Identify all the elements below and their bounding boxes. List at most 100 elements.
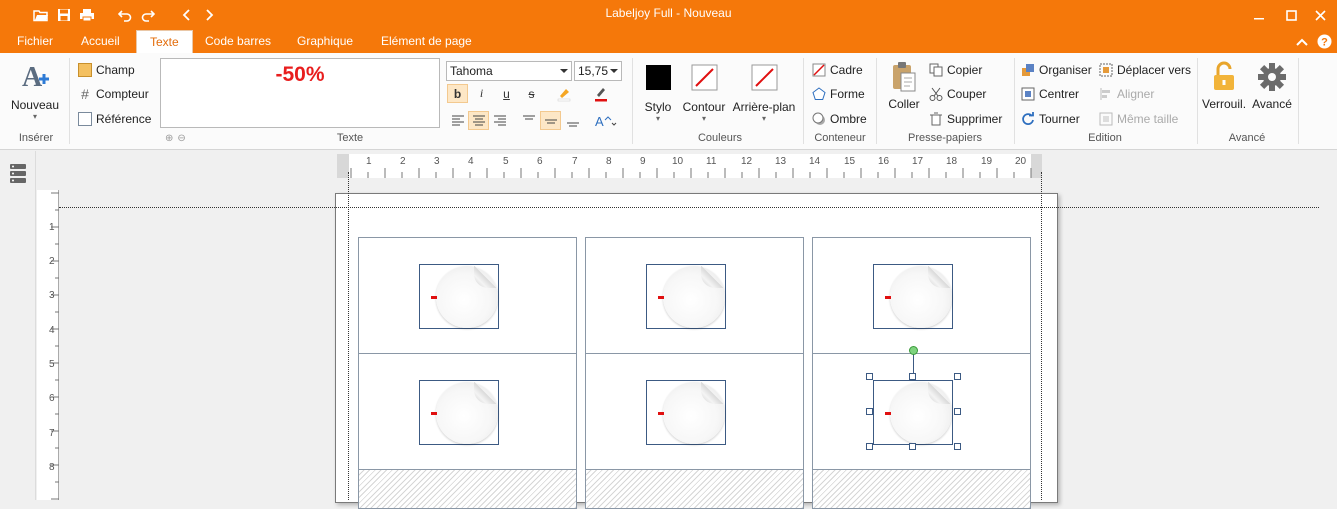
ruler-h-label: 19 (981, 156, 993, 167)
ruler-h-label: 9 (640, 156, 646, 167)
ruler-h-label: 18 (946, 156, 958, 167)
align-center-icon (472, 115, 485, 125)
supprimer-button[interactable]: Supprimer (929, 112, 1002, 126)
contour-button[interactable]: Contour ▾ (681, 63, 727, 123)
resize-handle-nw[interactable] (866, 373, 873, 380)
sticker-object-selected[interactable] (873, 380, 953, 445)
ribbon-tab-bar: Fichier Accueil Texte Code barres Graphi… (0, 30, 1337, 53)
group-separator (876, 58, 877, 144)
text-placeholder (431, 412, 437, 415)
stylo-button[interactable]: Stylo ▾ (640, 63, 676, 123)
vertical-guide-line-left[interactable] (348, 172, 349, 500)
reference-label: Référence (96, 112, 152, 126)
organiser-button[interactable]: Organiser (1021, 63, 1092, 77)
bold-button[interactable]: b (447, 84, 468, 103)
forme-button[interactable]: Forme (812, 87, 865, 101)
sticker-object[interactable] (646, 264, 726, 329)
verrouil-button[interactable]: Verrouil. (1202, 61, 1246, 111)
align-right-button[interactable] (489, 111, 510, 130)
text-effects-icon: A (595, 114, 617, 128)
vertical-ruler: 1 2 3 4 5 6 7 8 (37, 190, 59, 500)
tourner-button[interactable]: Tourner (1021, 112, 1080, 126)
rotation-handle[interactable] (909, 346, 918, 355)
text-preview: -50% (275, 63, 325, 86)
ruler-h-label: 15 (844, 156, 856, 167)
ruler-h-label: 7 (572, 156, 578, 167)
ruler-v-label: 6 (49, 393, 55, 404)
avance-button[interactable]: Avancé (1250, 61, 1294, 111)
resize-handle-se[interactable] (954, 443, 961, 450)
reference-button[interactable]: Référence (78, 112, 151, 126)
resize-handle-w[interactable] (866, 408, 873, 415)
font-color-button[interactable] (590, 84, 611, 103)
valign-middle-button[interactable] (540, 111, 561, 130)
field-icon (78, 63, 92, 77)
verrouil-label: Verrouil. (1202, 97, 1247, 111)
cadre-button[interactable]: Cadre (812, 63, 863, 77)
ombre-label: Ombre (830, 112, 867, 126)
arriere-plan-label: Arrière-plan (732, 100, 796, 114)
nouveau-button[interactable]: A Nouveau ▾ (8, 59, 62, 121)
ruler-h-label: 16 (878, 156, 890, 167)
align-center-button[interactable] (468, 111, 489, 130)
champ-button[interactable]: Champ (78, 63, 135, 77)
centrer-button[interactable]: Centrer (1021, 87, 1079, 101)
layers-panel-icon[interactable] (9, 163, 27, 188)
ruler-h-label: 10 (672, 156, 684, 167)
font-name-value: Tahoma (450, 64, 493, 78)
font-size-select[interactable]: 15,75 (574, 61, 622, 81)
underline-button[interactable]: u (496, 84, 517, 103)
valign-top-button[interactable] (518, 111, 539, 130)
resize-handle-sw[interactable] (866, 443, 873, 450)
tab-accueil[interactable]: Accueil (68, 30, 133, 53)
highlight-color-button[interactable] (553, 84, 574, 103)
text-placeholder (431, 296, 437, 299)
couper-button[interactable]: Couper (929, 87, 986, 101)
ombre-button[interactable]: Ombre (812, 112, 867, 126)
resize-handle-s[interactable] (909, 443, 916, 450)
group-separator (803, 58, 804, 144)
collapse-ribbon-icon[interactable] (1294, 30, 1310, 53)
sticker-object[interactable] (419, 380, 499, 445)
group-label-inserer: Insérer (18, 132, 54, 144)
resize-handle-e[interactable] (954, 408, 961, 415)
deplacer-vers-button[interactable]: Déplacer vers (1099, 63, 1191, 77)
close-button[interactable] (1297, 0, 1337, 30)
sticker-object[interactable] (873, 264, 953, 329)
tab-texte[interactable]: Texte (136, 30, 193, 53)
resize-handle-n[interactable] (909, 373, 916, 380)
tab-graphique[interactable]: Graphique (284, 30, 366, 53)
trash-icon (930, 112, 942, 126)
meme-taille-button[interactable]: Même taille (1099, 112, 1178, 126)
valign-bottom-icon (566, 122, 579, 126)
strikethrough-button[interactable]: s (521, 84, 542, 103)
ruler-h-label: 13 (775, 156, 787, 167)
ruler-h-label: 2 (400, 156, 406, 167)
tab-code-barres[interactable]: Code barres (192, 30, 284, 53)
ruler-h-label: 3 (434, 156, 440, 167)
label-cell-disabled (812, 469, 1031, 509)
tab-element-de-page[interactable]: Elément de page (368, 30, 485, 53)
italic-button[interactable]: i (471, 84, 492, 103)
aligner-button[interactable]: Aligner (1099, 87, 1154, 101)
compteur-button[interactable]: # Compteur (78, 87, 149, 101)
text-placeholder (658, 412, 664, 415)
align-left-button[interactable] (447, 111, 468, 130)
valign-middle-icon (544, 119, 557, 123)
copier-button[interactable]: Copier (929, 63, 982, 77)
horizontal-guide-line[interactable] (59, 207, 1319, 208)
font-name-select[interactable]: Tahoma (446, 61, 572, 81)
text-preview-box[interactable]: -50% (160, 58, 440, 128)
resize-handle-ne[interactable] (954, 373, 961, 380)
coller-button[interactable]: Coller (884, 61, 924, 111)
help-icon[interactable]: ? (1315, 30, 1333, 53)
sticker-object[interactable] (646, 380, 726, 445)
arriere-plan-button[interactable]: Arrière-plan ▾ (731, 63, 797, 123)
background-color-icon (751, 64, 777, 91)
tab-fichier[interactable]: Fichier (4, 30, 66, 53)
ruler-h-label: 12 (741, 156, 753, 167)
vertical-guide-line-right[interactable] (1041, 172, 1042, 500)
sticker-object[interactable] (419, 264, 499, 329)
text-effects-button[interactable]: A (592, 111, 620, 130)
valign-bottom-button[interactable] (562, 111, 583, 130)
